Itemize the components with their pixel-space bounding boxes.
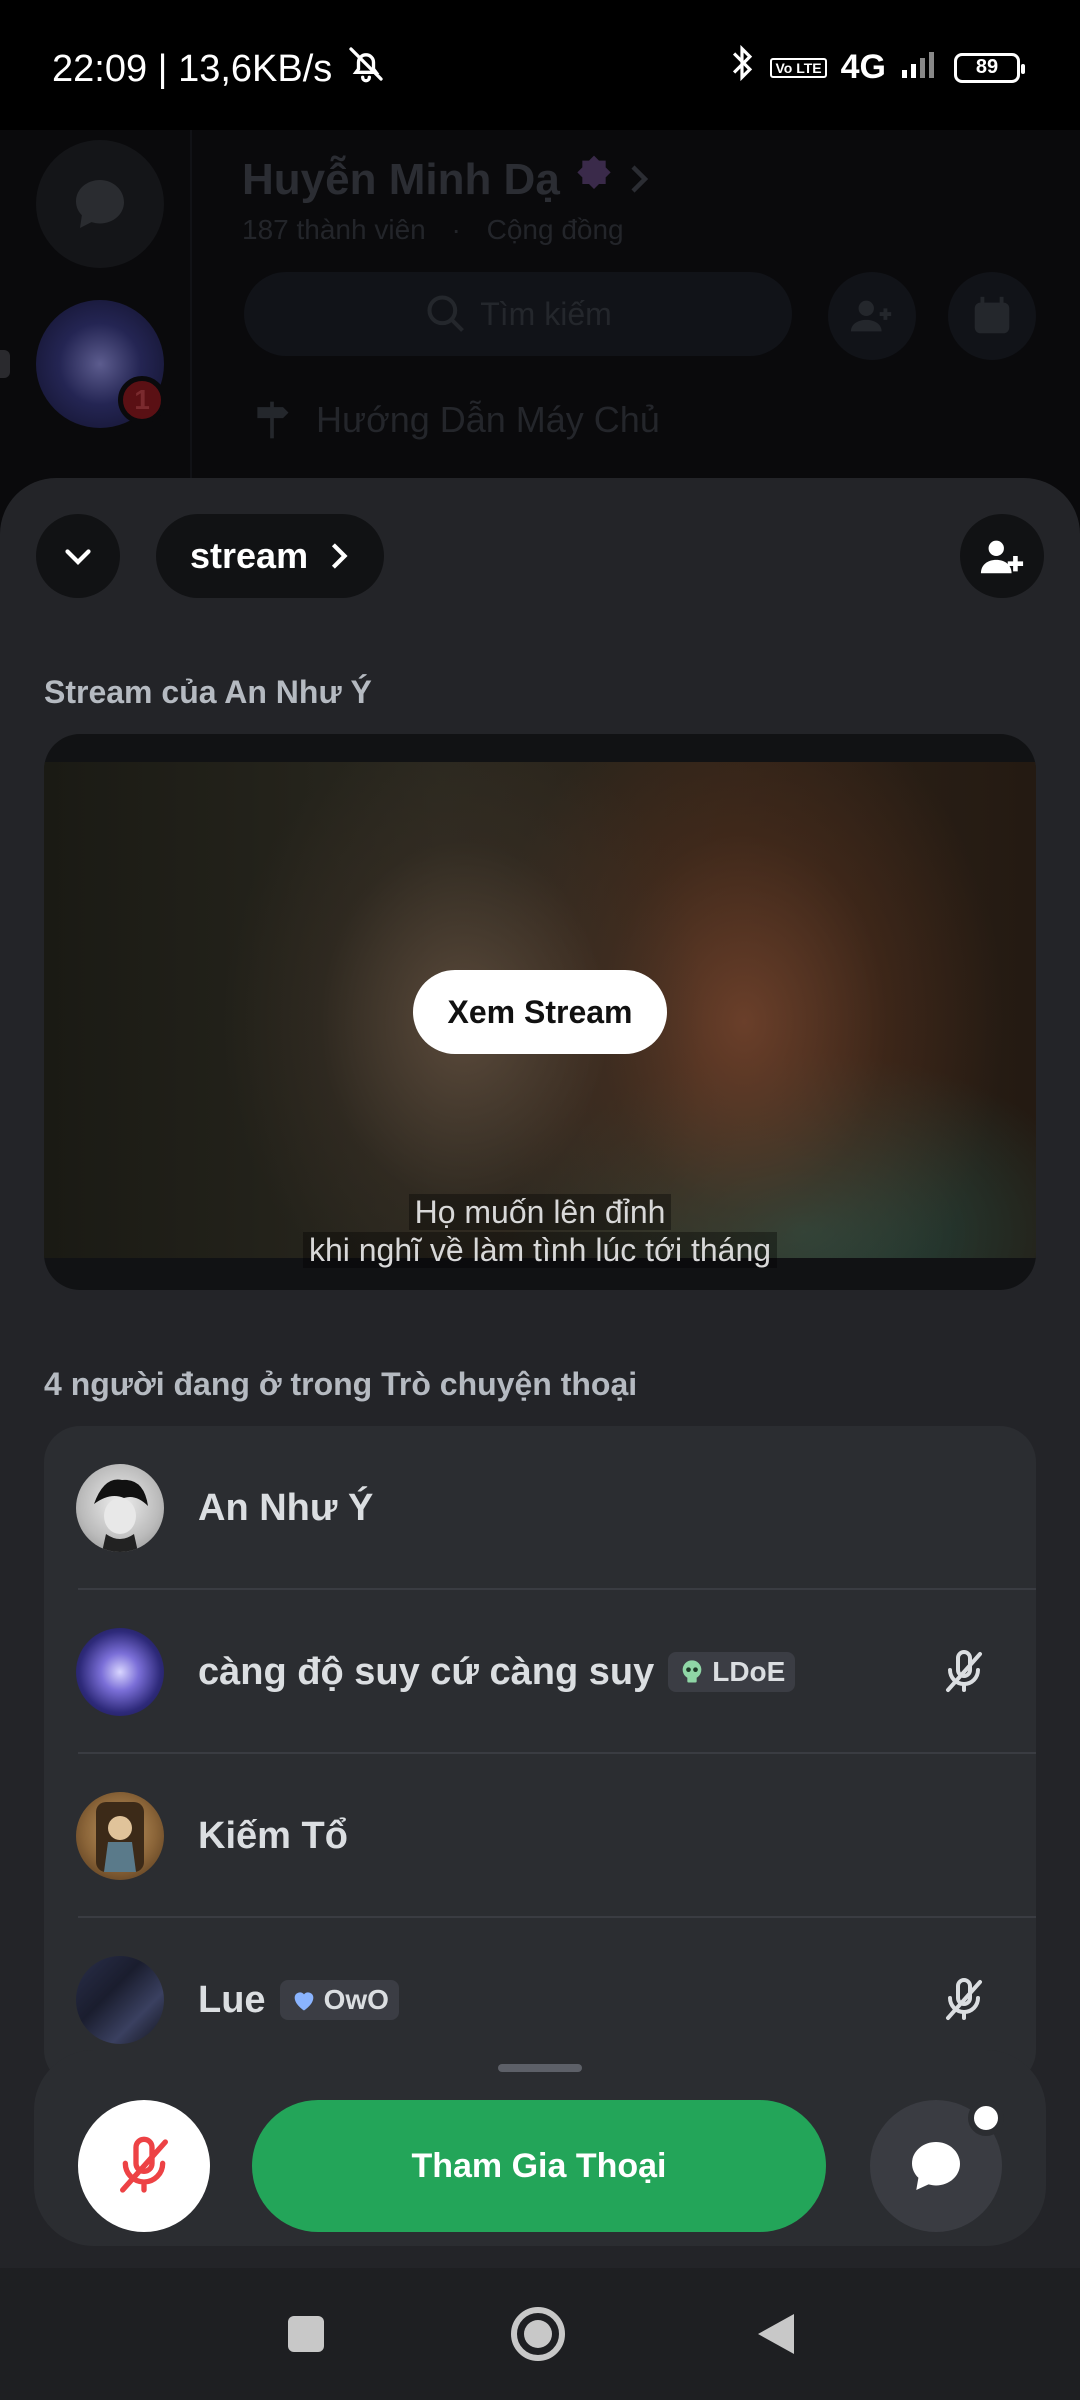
calendar-icon: [974, 296, 1010, 334]
participant-name: Lue: [198, 1978, 266, 2021]
square-icon: [288, 2316, 324, 2352]
voice-channel-sheet: stream Stream của An Như Ý Xem Stream Họ…: [0, 478, 1080, 2268]
events-button[interactable]: [948, 272, 1036, 360]
avatar-art: [96, 1802, 144, 1872]
search-icon: [427, 295, 465, 332]
channel-name: stream: [190, 535, 309, 576]
server-badge-icon: [574, 154, 614, 205]
member-count: 187 thành viên: [242, 214, 426, 245]
home-button[interactable]: [508, 2304, 568, 2364]
video-subtitle-line2: khi nghĩ về làm tình lúc tới tháng: [44, 1232, 1036, 1269]
skull-icon: [682, 1660, 702, 1683]
chevron-right-icon: [628, 155, 650, 205]
watch-stream-button[interactable]: Xem Stream: [413, 970, 667, 1054]
collapse-button[interactable]: [36, 514, 120, 598]
add-user-icon: [850, 300, 892, 332]
chat-bubble-icon: [76, 180, 124, 228]
status-time-speed: 22:09 | 13,6KB/s: [52, 47, 333, 90]
notification-badge: 1: [118, 376, 166, 424]
system-navigation-bar: [0, 2268, 1080, 2400]
server-tag-label: OwO: [323, 1984, 389, 2015]
chat-bubble-icon: [912, 2142, 960, 2190]
search-button[interactable]: Tìm kiếm: [244, 272, 792, 356]
stream-section-label: Stream của An Như Ý: [44, 674, 372, 710]
subtitle-text-1: Họ muốn lên đỉnh: [408, 1194, 672, 1230]
participant-name: An Như Ý: [198, 1486, 374, 1529]
mute-toggle-button[interactable]: [78, 2100, 210, 2232]
mic-muted-icon: [120, 2136, 168, 2193]
network-type: 4G: [840, 48, 886, 86]
participant-row[interactable]: An Như Ý: [44, 1426, 1036, 1590]
server-indicator: [0, 350, 10, 378]
chevron-down-icon: [65, 549, 91, 565]
participants-section-label: 4 người đang ở trong Trò chuyện thoại: [44, 1366, 638, 1402]
battery-level: 89: [975, 56, 999, 78]
avatar: [76, 1792, 164, 1880]
join-voice-button[interactable]: Tham Gia Thoại: [252, 2100, 826, 2232]
triangle-back-icon: [758, 2314, 794, 2354]
status-bar: 22:09 | 13,6KB/s Vo LTE 4G 89: [0, 0, 1080, 130]
signpost-icon: [257, 401, 289, 439]
bluetooth-icon: [728, 44, 756, 91]
avatar: [76, 1464, 164, 1552]
back-button[interactable]: [746, 2304, 806, 2364]
participant-name-wrap: càng độ suy cứ càng suy LDoE: [198, 1650, 796, 1694]
bell-muted-icon: [346, 44, 386, 94]
unread-dot: [968, 2100, 1004, 2136]
server-tag: LDoE: [668, 1652, 796, 1692]
drag-handle[interactable]: [498, 2064, 582, 2072]
participant-row[interactable]: Kiếm Tổ: [44, 1754, 1036, 1918]
channel-name-pill[interactable]: stream: [156, 514, 385, 598]
status-bar-left: 22:09 | 13,6KB/s: [52, 44, 386, 94]
server-title[interactable]: Huyễn Minh Dạ: [242, 154, 650, 205]
status-bar-right: Vo LTE 4G 89: [728, 44, 1025, 91]
volte-badge: Vo LTE: [770, 57, 827, 78]
heart-icon: [294, 1992, 313, 2011]
home-circle-icon: [511, 2307, 565, 2361]
subtitle-text-2: khi nghĩ về làm tình lúc tới tháng: [302, 1232, 778, 1268]
direct-messages-button[interactable]: [36, 140, 164, 268]
voice-controls-bar: Tham Gia Thoại: [34, 2050, 1046, 2246]
server-guide-label: Hướng Dẫn Máy Chủ: [316, 399, 660, 440]
participant-row[interactable]: càng độ suy cứ càng suy LDoE: [44, 1590, 1036, 1754]
community-label: Cộng đồng: [486, 214, 624, 245]
invite-members-button[interactable]: [828, 272, 916, 360]
server-name: Huyễn Minh Dạ: [242, 154, 560, 204]
signal-icon: [900, 48, 940, 87]
participant-name-wrap: Lue OwO: [198, 1979, 399, 2022]
recents-button[interactable]: [276, 2304, 336, 2364]
add-user-icon: [980, 540, 1024, 574]
invite-button[interactable]: [960, 514, 1044, 598]
search-label: Tìm kiếm: [480, 295, 612, 332]
avatar: [76, 1628, 164, 1716]
battery-icon: 89: [954, 52, 1025, 83]
participant-name: càng độ suy cứ càng suy: [198, 1650, 655, 1693]
server-guide-item[interactable]: Hướng Dẫn Máy Chủ: [250, 398, 660, 442]
server-meta: 187 thành viên · Cộng đồng: [242, 214, 624, 245]
server-tag: OwO: [279, 1980, 399, 2020]
stream-preview-card[interactable]: Xem Stream Họ muốn lên đỉnh khi nghĩ về …: [44, 734, 1036, 1290]
mic-muted-icon: [946, 1650, 982, 1692]
avatar-art: [94, 1479, 148, 1552]
chevron-right-icon: [331, 543, 348, 569]
avatar: [76, 1956, 164, 2044]
mic-muted-icon: [946, 1978, 982, 2020]
participant-name: Kiếm Tổ: [198, 1814, 348, 1857]
server-tag-label: LDoE: [712, 1656, 786, 1687]
participants-list: An Như Ý càng độ suy cứ càng suy LDoE Ki…: [44, 1426, 1036, 2086]
video-subtitle-line1: Họ muốn lên đỉnh: [44, 1194, 1036, 1231]
